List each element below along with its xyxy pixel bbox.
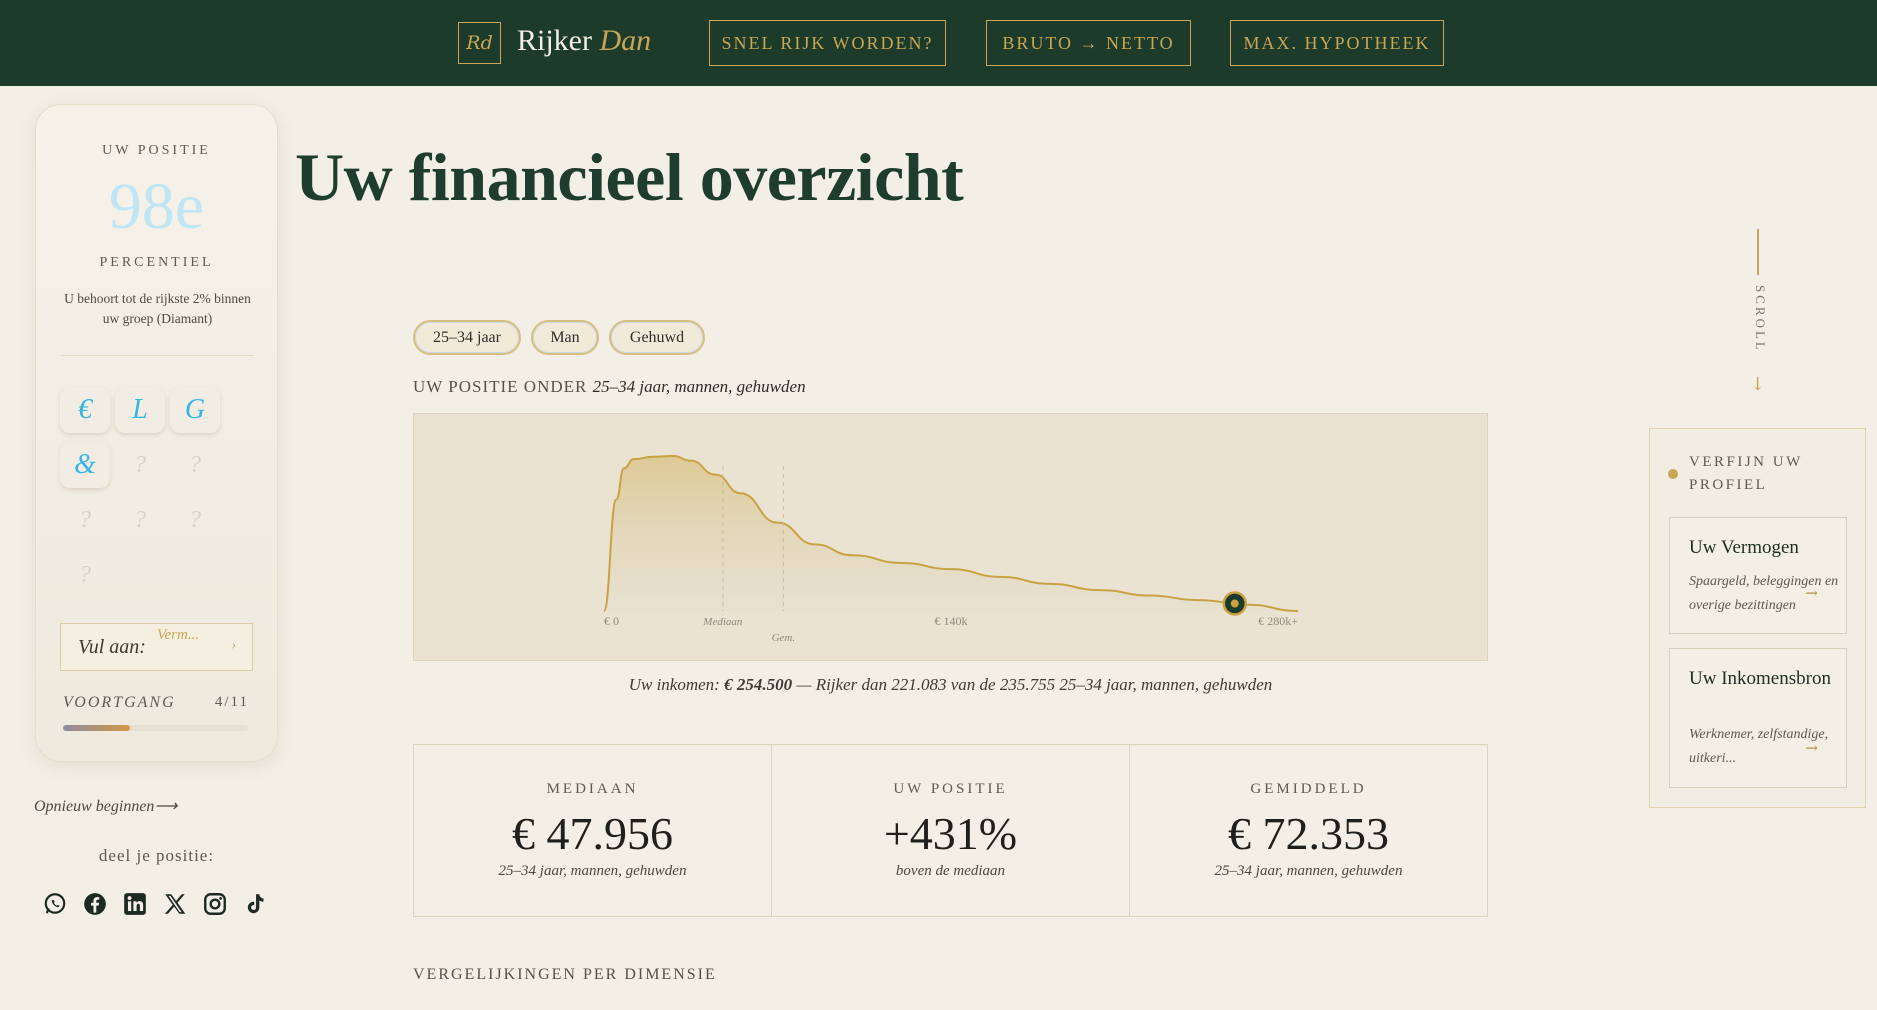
brand-logo[interactable]: Rijker Dan — [517, 24, 651, 58]
income-prefix: Uw inkomen: — [628, 675, 720, 694]
fill-in-prompt[interactable]: Vul aan: Verm... › — [60, 623, 253, 671]
arrow-down-icon[interactable]: ↓ — [1750, 374, 1765, 395]
logo-mark[interactable]: Rd — [458, 22, 501, 64]
achievement-badge[interactable]: € — [60, 387, 110, 433]
locked-badge[interactable]: ? — [170, 442, 220, 488]
locked-badge[interactable]: ? — [115, 442, 165, 488]
refine-card-vermogen[interactable]: Uw Vermogen Spaargeld, beleggingen en ov… — [1669, 517, 1847, 634]
position-card: UW POSITIE 98e PERCENTIEL U behoort tot … — [35, 104, 278, 762]
locked-badge[interactable]: ? — [170, 497, 220, 543]
locked-badge[interactable]: ? — [115, 497, 165, 543]
stat-label: GEMIDDELD — [1250, 781, 1367, 797]
stat-your-position: UW POSITIE +431% boven de mediaan — [772, 745, 1130, 916]
whatsapp-icon[interactable] — [42, 891, 68, 917]
nav-max-hypotheek[interactable]: MAX. HYPOTHEEK — [1230, 20, 1444, 66]
refine-profile-title: VERFIJN UW PROFIEL — [1689, 454, 1803, 493]
position-under-group: 25–34 jaar, mannen, gehuwden — [592, 377, 806, 396]
stats-panel: MEDIAAN € 47.956 25–34 jaar, mannen, geh… — [413, 744, 1488, 917]
fill-in-value: Verm... — [157, 627, 200, 643]
linkedin-icon[interactable] — [122, 891, 148, 917]
refine-card-inkomensbron[interactable]: Uw Inkomensbron Werknemer, zelfstandige,… — [1669, 648, 1847, 788]
page-title: Uw financieel overzicht — [295, 139, 964, 215]
stat-subtitle: 25–34 jaar, mannen, gehuwden — [1214, 863, 1403, 879]
progress-value: 4/11 — [214, 694, 249, 710]
position-under-label: UW POSITIE ONDER — [413, 377, 588, 396]
brand-name-first: Rijker — [517, 24, 592, 57]
distribution-chart-svg: Mediaan Gem. € 0 € 140k € 280k+ — [603, 454, 1298, 644]
stat-value: +431% — [883, 808, 1018, 859]
fill-in-label: Vul aan: — [78, 636, 146, 658]
x-tick-label: € 140k — [935, 614, 968, 628]
stat-subtitle: boven de mediaan — [895, 863, 1006, 879]
achievement-badge[interactable]: & — [60, 442, 110, 488]
share-label: deel je positie: — [98, 846, 215, 865]
chevron-right-icon: › — [231, 638, 236, 653]
facebook-icon[interactable] — [82, 891, 108, 917]
refine-card-title: Uw Inkomensbron — [1689, 668, 1831, 689]
top-navigation-bar: Rd Rijker Dan SNEL RIJK WORDEN? BRUTO → … — [0, 0, 1877, 86]
arrow-right-icon: ⟶ — [154, 798, 178, 815]
position-description: U behoort tot de rijkste 2% binnen uw gr… — [64, 291, 251, 326]
filter-chip-gender[interactable]: Man — [531, 320, 599, 355]
locked-badge[interactable]: ? — [60, 552, 110, 598]
progress-bar — [63, 725, 248, 731]
divider — [61, 355, 254, 356]
user-position-marker-center — [1230, 599, 1239, 608]
refine-card-title: Uw Vermogen — [1689, 537, 1799, 558]
stat-value: € 72.353 — [1228, 808, 1389, 859]
restart-link[interactable]: Opnieuw beginnen⟶ — [34, 796, 177, 816]
filter-chip-marital-status[interactable]: Gehuwd — [609, 320, 705, 355]
nav-snel-rijk-worden[interactable]: SNEL RIJK WORDEN? — [709, 20, 946, 66]
distribution-area — [604, 456, 1298, 611]
comparisons-heading: VERGELIJKINGEN PER DIMENSIE — [413, 966, 717, 983]
income-distribution-chart: Mediaan Gem. € 0 € 140k € 280k+ — [413, 413, 1488, 661]
instagram-icon[interactable] — [202, 891, 228, 917]
locked-badge[interactable]: ? — [60, 497, 110, 543]
filter-chip-age[interactable]: 25–34 jaar — [413, 320, 521, 355]
progress-bar-fill — [63, 725, 130, 731]
stat-average: GEMIDDELD € 72.353 25–34 jaar, mannen, g… — [1130, 745, 1487, 916]
refine-profile-panel: VERFIJN UW PROFIEL Uw Vermogen Spaargeld… — [1649, 428, 1866, 808]
bullet-dot — [1668, 469, 1678, 479]
percentile-rank: 98e — [108, 170, 205, 243]
income-summary: Uw inkomen: € 254.500 — Rijker dan 221.0… — [413, 675, 1488, 695]
tiktok-icon[interactable] — [242, 891, 268, 917]
income-suffix: — Rijker dan 221.083 van de 235.755 25–3… — [796, 675, 1273, 694]
achievement-badge[interactable]: L — [115, 387, 165, 433]
scroll-label: SCROLL — [1753, 285, 1768, 353]
restart-label: Opnieuw beginnen — [34, 798, 155, 815]
marker-label: Mediaan — [702, 616, 743, 628]
income-value: € 254.500 — [724, 675, 793, 694]
stat-median: MEDIAAN € 47.956 25–34 jaar, mannen, geh… — [414, 745, 772, 916]
x-tick-label: € 0 — [604, 614, 619, 628]
stat-label: MEDIAAN — [546, 781, 639, 797]
arrow-right-icon: → — [1805, 739, 1818, 757]
nav-bruto-netto[interactable]: BRUTO → NETTO — [986, 20, 1191, 66]
arrow-right-icon: → — [1805, 584, 1818, 602]
stat-subtitle: 25–34 jaar, mannen, gehuwden — [498, 863, 687, 879]
achievement-badge[interactable]: G — [170, 387, 220, 433]
x-icon[interactable] — [162, 891, 188, 917]
brand-name-second: Dan — [599, 24, 652, 57]
position-under-heading: UW POSITIE ONDER 25–34 jaar, mannen, geh… — [413, 377, 806, 397]
x-tick-label: € 280k+ — [1258, 614, 1298, 628]
stat-value: € 47.956 — [512, 808, 673, 859]
progress-label: VOORTGANG — [63, 694, 176, 711]
marker-label: Gem. — [772, 632, 796, 644]
position-label: UW POSITIE — [102, 143, 211, 158]
stat-label: UW POSITIE — [893, 781, 1008, 797]
scroll-indicator-line — [1757, 229, 1759, 275]
percentile-label: PERCENTIEL — [99, 255, 214, 270]
